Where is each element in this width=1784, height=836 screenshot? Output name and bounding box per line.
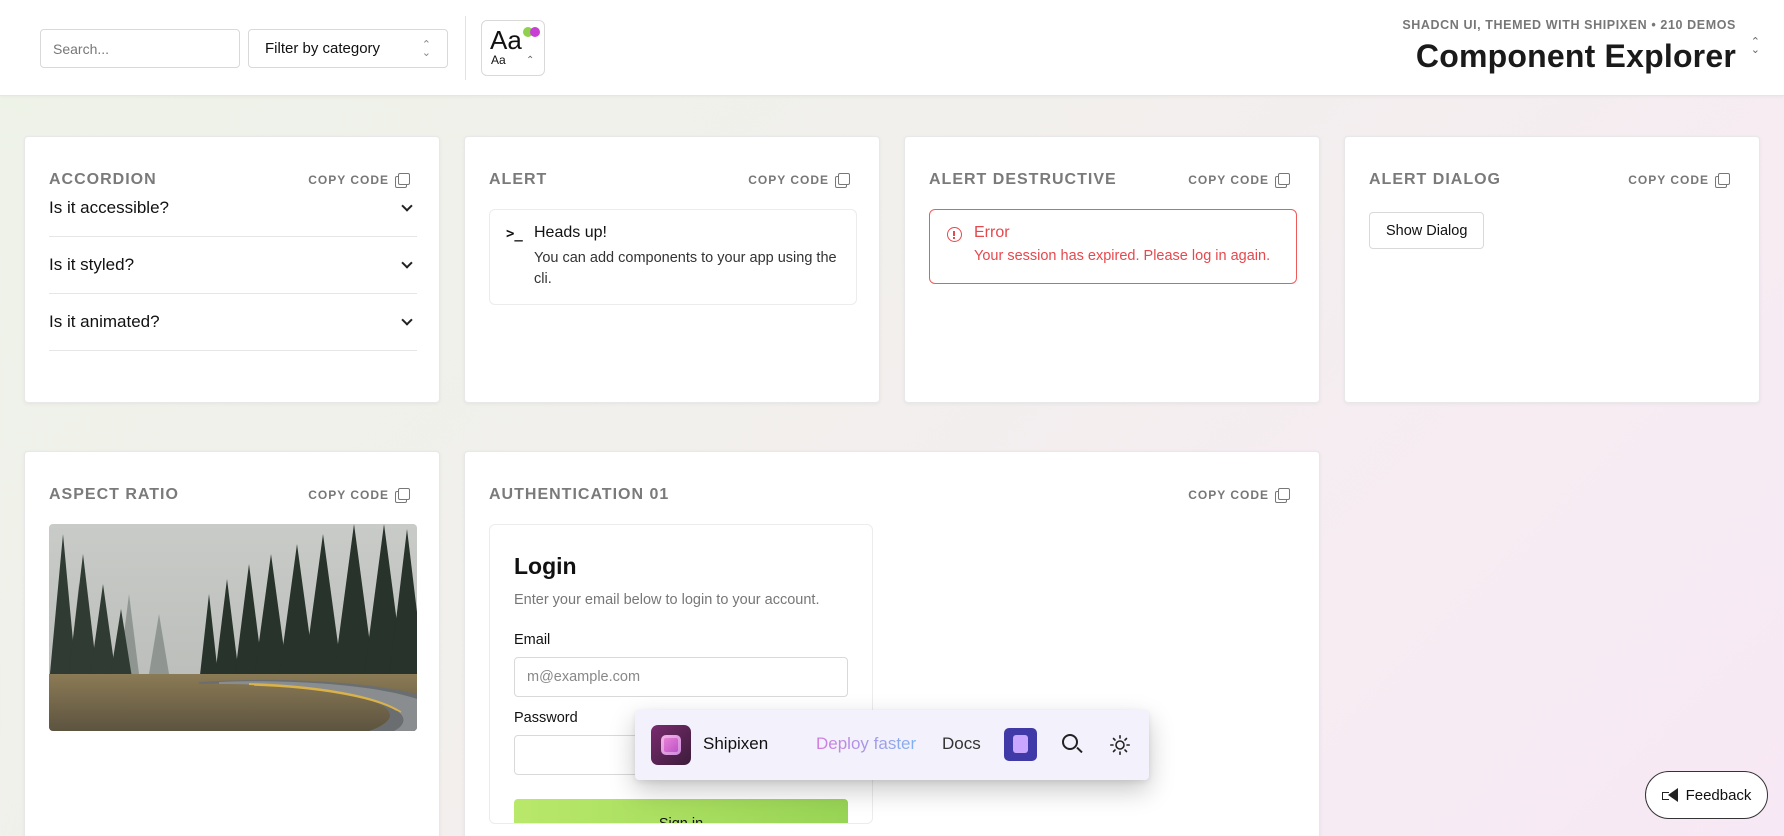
alert-heading: Error <box>974 224 1010 241</box>
copy-icon <box>1275 173 1290 188</box>
copy-code-label: COPY CODE <box>1628 173 1709 187</box>
alert-description: Your session has expired. Please log in … <box>974 248 1271 264</box>
deploy-faster-link[interactable]: Deploy faster <box>816 734 916 754</box>
search-input[interactable] <box>40 29 240 68</box>
top-header: Filter by category ⌃⌄ Aa Aa ⌃ SHADCN UI,… <box>0 0 1784 96</box>
header-title-block[interactable]: SHADCN UI, THEMED WITH SHIPIXEN • 210 DE… <box>1402 18 1736 75</box>
shipixen-logo-icon[interactable] <box>651 725 691 765</box>
accordion-item[interactable]: Is it accessible? <box>49 180 417 237</box>
font-preview-small: Aa <box>491 53 506 67</box>
app-icon[interactable] <box>1004 728 1037 761</box>
card-accordion: ACCORDION COPY CODE Is it accessible? Is… <box>24 136 440 403</box>
search-icon[interactable] <box>1062 734 1078 750</box>
login-description: Enter your email below to login to your … <box>514 592 820 608</box>
copy-icon <box>395 488 410 503</box>
card-alert-destructive: ALERT DESTRUCTIVE COPY CODE Error Your s… <box>904 136 1320 403</box>
card-title: ASPECT RATIO <box>49 486 179 503</box>
accordion-item-label: Is it styled? <box>49 255 135 274</box>
sign-in-button[interactable]: Sign in <box>514 799 848 823</box>
category-filter-select[interactable]: Filter by category ⌃ ⌄ <box>248 29 448 68</box>
accordion-item-label: Is it animated? <box>49 312 160 331</box>
page-title: Component Explorer <box>1415 38 1736 74</box>
card-title: AUTHENTICATION 01 <box>489 486 670 503</box>
brand-name-link[interactable]: Shipixen <box>703 734 768 754</box>
show-dialog-button[interactable]: Show Dialog <box>1369 212 1485 249</box>
title-chevron-up-down-icon[interactable]: ⌃ ⌄ <box>1751 37 1760 56</box>
copy-icon <box>1715 173 1730 188</box>
theme-color-dot-purple <box>530 27 540 37</box>
feedback-label: Feedback <box>1685 786 1752 804</box>
alert-destructive: Error Your session has expired. Please l… <box>929 209 1297 284</box>
email-field[interactable] <box>514 657 848 697</box>
megaphone-icon <box>1661 788 1678 802</box>
feedback-button[interactable]: Feedback <box>1645 771 1768 819</box>
forest-road-image <box>49 524 417 731</box>
font-theme-button[interactable]: Aa Aa ⌃ <box>481 20 545 76</box>
copy-code-label: COPY CODE <box>1188 488 1269 502</box>
copy-code-label: COPY CODE <box>1188 173 1269 187</box>
alert-description: You can add components to your app using… <box>534 250 837 287</box>
docs-link[interactable]: Docs <box>942 734 981 754</box>
copy-code-button[interactable]: COPY CODE <box>1188 173 1290 188</box>
copy-code-button[interactable]: COPY CODE <box>748 173 850 188</box>
category-filter-label: Filter by category <box>265 40 381 57</box>
card-aspect-ratio: ASPECT RATIO COPY CODE <box>24 451 440 836</box>
font-preview-large: Aa <box>490 25 522 55</box>
card-alert: ALERT COPY CODE >_ Heads up! You can add… <box>464 136 880 403</box>
login-title: Login <box>514 553 577 579</box>
chevron-up-icon: ⌃ <box>526 55 535 66</box>
copy-icon <box>1275 488 1290 503</box>
chevron-down-icon <box>401 313 413 326</box>
card-title: ALERT DESTRUCTIVE <box>929 171 1117 188</box>
copy-code-label: COPY CODE <box>308 488 389 502</box>
alert-circle-icon <box>947 227 962 242</box>
copy-code-label: COPY CODE <box>748 173 829 187</box>
copy-code-button[interactable]: COPY CODE <box>1188 488 1290 503</box>
accordion-item-label: Is it accessible? <box>49 198 169 217</box>
card-title: ALERT DIALOG <box>1369 171 1501 188</box>
password-label: Password <box>514 710 578 726</box>
card-alert-dialog: ALERT DIALOG COPY CODE Show Dialog <box>1344 136 1760 403</box>
alert-heading: Heads up! <box>534 224 607 241</box>
sun-icon[interactable] <box>1110 735 1130 755</box>
chevron-up-down-icon: ⌃ ⌄ <box>421 38 431 59</box>
alert: >_ Heads up! You can add components to y… <box>489 209 857 305</box>
terminal-icon: >_ <box>506 226 523 242</box>
copy-code-button[interactable]: COPY CODE <box>308 488 410 503</box>
header-subtitle: SHADCN UI, THEMED WITH SHIPIXEN • 210 DE… <box>1402 18 1736 32</box>
card-title: ALERT <box>489 171 548 188</box>
chevron-down-icon <box>401 256 413 269</box>
chevron-down-icon <box>401 199 413 212</box>
floating-nav-bar: Shipixen Deploy faster Docs <box>635 710 1149 780</box>
accordion-item[interactable]: Is it styled? <box>49 237 417 294</box>
copy-icon <box>835 173 850 188</box>
email-label: Email <box>514 632 551 648</box>
accordion-item[interactable]: Is it animated? <box>49 294 417 351</box>
copy-code-button[interactable]: COPY CODE <box>1628 173 1730 188</box>
header-divider <box>465 16 466 80</box>
